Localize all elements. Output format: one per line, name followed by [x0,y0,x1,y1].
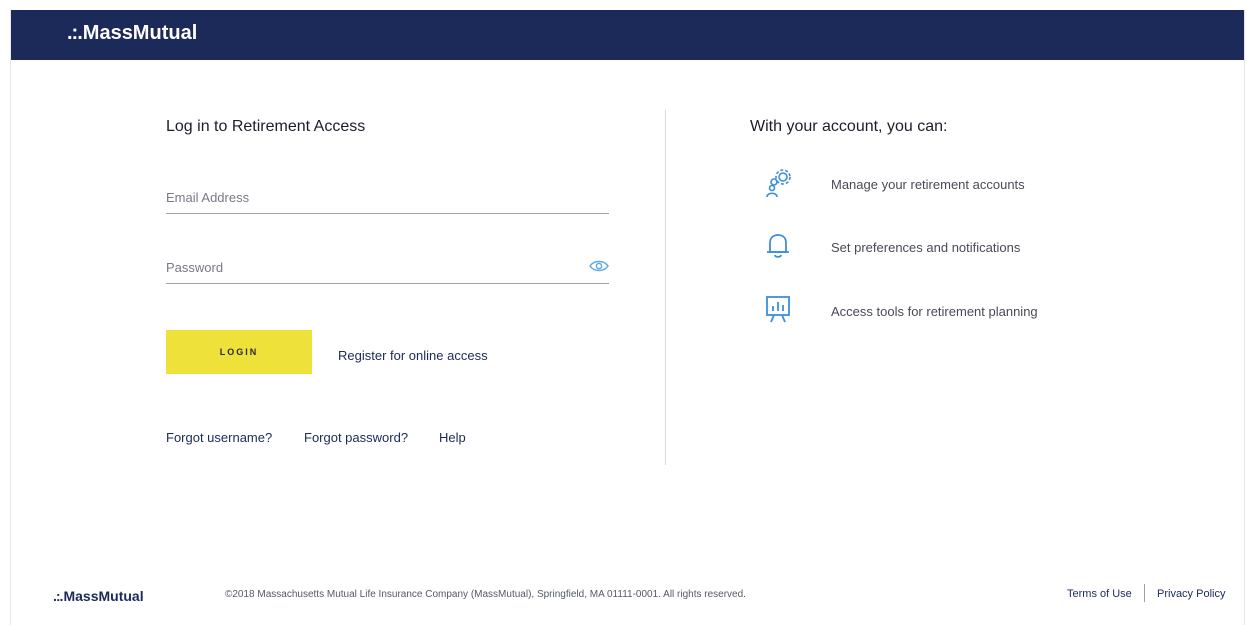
logo-text: MassMutual [82,22,198,44]
feature-text-preferences: Set preferences and notifications [831,240,1021,255]
feature-text-tools: Access tools for retirement planning [831,304,1038,319]
password-input[interactable] [166,255,566,279]
password-field [166,255,609,284]
footer-logo-text: MassMutual [63,588,144,604]
email-field [166,185,609,214]
footer-logo-dots: .:. [53,588,64,604]
logo-dots: .:. [67,22,83,44]
copyright-text: ©2018 Massachusetts Mutual Life Insuranc… [225,589,746,600]
massmutual-logo[interactable]: .:. MassMutual [67,22,197,45]
features-title: With your account, you can: [750,118,948,135]
gears-person-icon [766,169,791,198]
login-title: Log in to Retirement Access [166,118,366,135]
vertical-divider [665,110,666,465]
footer-massmutual-logo[interactable]: .:. MassMutual [53,588,144,604]
top-header-bar: .:. MassMutual [11,10,1244,60]
chart-board-icon [766,296,790,323]
page-frame: .:. MassMutual Log in to Retirement Acce… [10,10,1245,625]
forgot-password-link[interactable]: Forgot password? [304,430,408,445]
help-link[interactable]: Help [439,430,466,445]
footer-separator [1144,584,1145,602]
feature-text-manage: Manage your retirement accounts [831,177,1025,192]
login-button[interactable]: LOGIN [166,330,312,374]
show-password-eye-icon[interactable] [589,259,609,273]
privacy-policy-link[interactable]: Privacy Policy [1157,588,1225,600]
register-link[interactable]: Register for online access [338,348,488,363]
forgot-username-link[interactable]: Forgot username? [166,430,272,445]
email-input[interactable] [166,185,566,209]
bell-icon [767,234,789,258]
terms-of-use-link[interactable]: Terms of Use [1067,588,1132,600]
